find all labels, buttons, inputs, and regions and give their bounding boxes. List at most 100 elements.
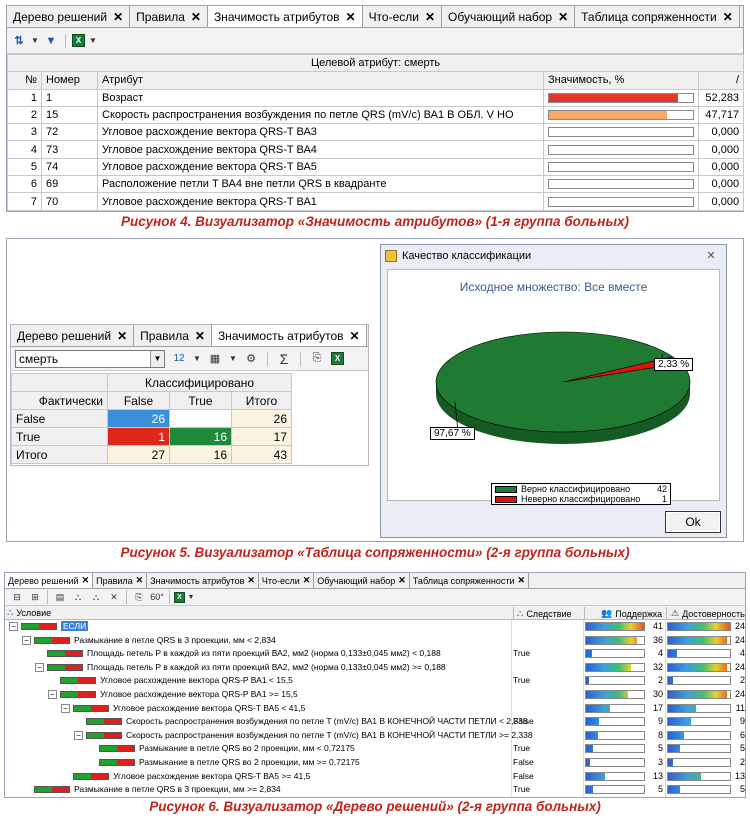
- leaf-spacer: [48, 676, 57, 685]
- close-icon[interactable]: ✕: [82, 575, 90, 586]
- expander-icon[interactable]: −: [22, 635, 31, 645]
- table-row[interactable]: 3 72 Угловое расхождение вектора QRS-T ВА3…: [7, 123, 745, 142]
- col-header-attribute[interactable]: Атрибут: [97, 71, 544, 90]
- tree-node[interactable]: Площадь петель P в каждой из пяти проекц…: [5, 647, 745, 661]
- close-icon[interactable]: ✕: [350, 329, 360, 343]
- tab-contingency-table[interactable]: Таблица сопряженности ✕: [410, 573, 530, 588]
- close-icon[interactable]: ✕: [191, 10, 201, 24]
- excel-export-icon[interactable]: X: [174, 591, 185, 603]
- tab-attribute-significance[interactable]: Значимость атрибутов ✕: [207, 6, 363, 27]
- tab-rules[interactable]: Правила ✕: [134, 325, 212, 346]
- node-bar-icon: [99, 745, 135, 753]
- table-row[interactable]: 1 1 Возраст 52,283: [7, 88, 745, 107]
- tree-node[interactable]: − Угловое расхождение вектора QRS-P ВА1 >…: [5, 688, 745, 702]
- expander-icon[interactable]: −: [74, 730, 83, 740]
- close-icon[interactable]: ✕: [247, 575, 255, 586]
- percent-icon[interactable]: 60°: [149, 589, 165, 605]
- close-icon[interactable]: ✕: [723, 10, 733, 24]
- table-row[interactable]: 4 73 Угловое расхождение вектора QRS-T ВА4…: [7, 140, 745, 159]
- close-icon[interactable]: ✕: [518, 575, 526, 586]
- tab-attribute-significance[interactable]: Значимость атрибутов ✕: [147, 573, 259, 588]
- ok-button[interactable]: Ok: [665, 511, 721, 533]
- number-format-icon[interactable]: 12: [171, 351, 187, 367]
- close-icon[interactable]: ✕: [425, 10, 435, 24]
- col-header-support[interactable]: 👥 Поддержка: [584, 607, 666, 620]
- close-icon[interactable]: ✕: [117, 329, 127, 343]
- settings-icon[interactable]: ⚙: [243, 351, 259, 367]
- close-icon[interactable]: ✕: [113, 10, 123, 24]
- close-icon[interactable]: ✕: [558, 10, 568, 24]
- tree-node[interactable]: Размыкание в петле QRS во 2 проекции, мм…: [5, 756, 745, 770]
- tab-decision-tree[interactable]: Дерево решений ✕: [11, 325, 135, 346]
- support-bar: [585, 744, 645, 754]
- chevron-down-icon[interactable]: ▼: [229, 351, 237, 367]
- tab-decision-tree[interactable]: Дерево решений ✕: [5, 573, 94, 588]
- filter-icon[interactable]: ▼: [43, 33, 59, 49]
- col-header-confidence[interactable]: ⚠ Достоверность: [666, 607, 746, 620]
- tab-decision-tree[interactable]: Дерево решений ✕: [7, 6, 131, 27]
- tree-node[interactable]: − Площадь петель P в каждой из пяти проек…: [5, 661, 745, 675]
- tab-training-set[interactable]: Обучающий набор ✕: [314, 573, 410, 588]
- tab-attribute-significance[interactable]: Значимость атрибутов ✕: [211, 325, 367, 346]
- tree-node[interactable]: − ЕСЛИ 41 24: [5, 620, 745, 634]
- delete-icon[interactable]: ✕: [106, 589, 122, 605]
- table-row[interactable]: 6 69 Расположение петли T ВА4 вне петли QR…: [7, 175, 745, 194]
- sum-icon[interactable]: Σ: [276, 351, 292, 367]
- confidence-value: 2: [739, 757, 745, 767]
- close-icon[interactable]: ✕: [195, 329, 205, 343]
- tree-node[interactable]: Угловое расхождение вектора QRS-T ВА5 >=…: [5, 770, 745, 784]
- close-icon[interactable]: ✕: [303, 575, 311, 586]
- tree-node[interactable]: Угловое расхождение вектора QRS-P ВА1 < …: [5, 674, 745, 688]
- table-row[interactable]: 7 70 Угловое расхождение вектора QRS-T ВА1…: [7, 192, 745, 211]
- tree-node[interactable]: Размыкание в петле QRS во 2 проекции, мм…: [5, 742, 745, 756]
- tab-rules[interactable]: Правила ✕: [130, 6, 208, 27]
- collapse-all-icon[interactable]: ⊟: [9, 589, 25, 605]
- tab-contingency-table[interactable]: Таблица сопряженности ✕: [575, 6, 740, 27]
- tree-node[interactable]: − Размыкание в петле QRS в 3 проекции, мм…: [5, 634, 745, 648]
- tab-training-set[interactable]: Обучающий набор ✕: [442, 6, 576, 27]
- tree-node[interactable]: − Угловое расхождение вектора QRS-T ВА5 <…: [5, 702, 745, 716]
- excel-export-icon[interactable]: X: [72, 34, 85, 47]
- chart-icon[interactable]: ▤: [52, 589, 68, 605]
- col-header-significance[interactable]: Значимость, %: [543, 71, 699, 90]
- close-button[interactable]: ✕: [700, 248, 722, 263]
- tab-what-if[interactable]: Что-если ✕: [363, 6, 443, 27]
- fig6-toolbar: ⊟ ⊞ ▤ ⛬ ⛬ ✕ ⎘ 60° X ▼: [5, 589, 745, 606]
- col-header-result[interactable]: ⛬ Следствие: [513, 607, 583, 620]
- excel-export-icon[interactable]: X: [331, 352, 344, 365]
- sort-icon[interactable]: ⇅: [11, 33, 27, 49]
- chevron-down-icon[interactable]: ▼: [193, 351, 201, 367]
- col-header-number[interactable]: Номер: [41, 71, 98, 90]
- expander-icon[interactable]: −: [9, 622, 18, 631]
- close-icon[interactable]: ✕: [346, 10, 356, 24]
- expand-all-icon[interactable]: ⊞: [27, 589, 43, 605]
- table-row[interactable]: 5 74 Угловое расхождение вектора QRS-T ВА5…: [7, 157, 745, 177]
- target-select[interactable]: смерть ▼: [15, 349, 165, 368]
- chevron-down-icon[interactable]: ▼: [187, 589, 195, 605]
- tree-node[interactable]: − Скорость распространения возбуждения по…: [5, 729, 745, 743]
- node-bar-icon: [60, 691, 96, 698]
- tab-label: Что-если: [368, 9, 419, 24]
- table-row[interactable]: 2 15 Скорость распространения возбуждения …: [7, 105, 745, 125]
- col-header-condition[interactable]: ⛬ Условие: [7, 607, 51, 618]
- tree-node[interactable]: Размыкание в петле QRS в 3 проекции, мм …: [5, 783, 745, 797]
- significance-bar-cell: [543, 192, 699, 211]
- chevron-down-icon[interactable]: ▼: [31, 33, 39, 49]
- node-result: True: [513, 784, 531, 795]
- close-icon[interactable]: ✕: [136, 575, 144, 586]
- expander-icon[interactable]: −: [35, 662, 44, 672]
- tab-what-if[interactable]: Что-если ✕: [259, 573, 315, 588]
- expander-icon[interactable]: −: [48, 690, 57, 699]
- close-icon[interactable]: ✕: [398, 575, 406, 586]
- chevron-down-icon[interactable]: ▼: [89, 33, 97, 49]
- tree-node[interactable]: Скорость распространения возбуждения по …: [5, 715, 745, 729]
- col-header-no[interactable]: №: [7, 71, 42, 90]
- col-header-sort[interactable]: /: [697, 71, 745, 90]
- tab-rules[interactable]: Правила ✕: [93, 573, 148, 588]
- copy-icon[interactable]: ⎘: [309, 351, 325, 367]
- node-icon[interactable]: ⛬: [70, 589, 86, 605]
- copy-icon[interactable]: ⎘: [131, 589, 147, 605]
- expander-icon[interactable]: −: [61, 703, 70, 713]
- node-icon-2[interactable]: ⛬: [88, 589, 104, 605]
- grid-icon[interactable]: ▦: [207, 351, 223, 367]
